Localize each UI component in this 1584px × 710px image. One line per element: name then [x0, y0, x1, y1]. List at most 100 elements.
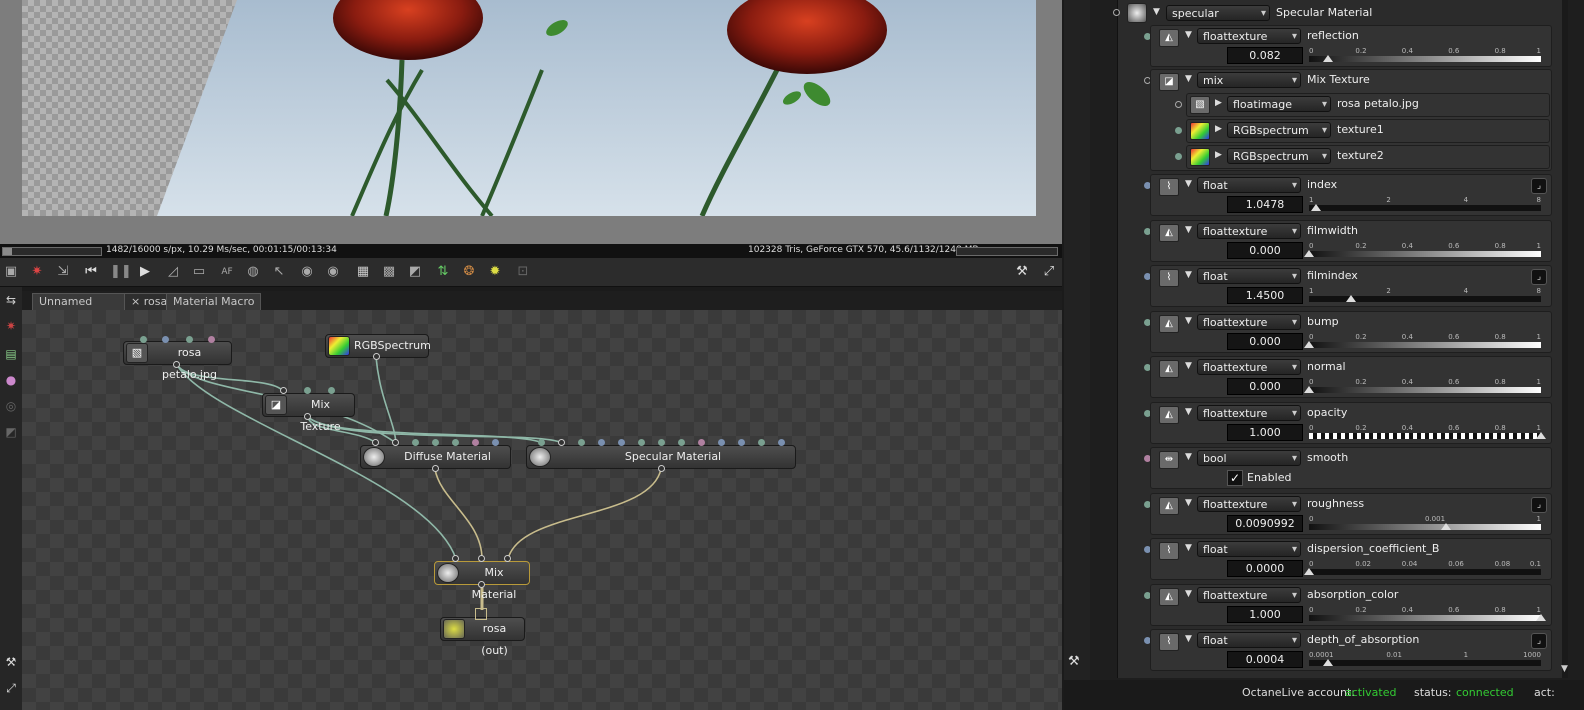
input-pin[interactable]	[538, 439, 545, 446]
value-field[interactable]: 1.4500	[1227, 287, 1303, 304]
node-rosa-out[interactable]: rosa (out)	[440, 617, 525, 657]
value-field[interactable]: 1.000	[1227, 606, 1303, 623]
input-pin[interactable]	[758, 439, 765, 446]
collapse-arrow-icon[interactable]: ▼	[1185, 543, 1192, 553]
collapse-arrow-icon[interactable]: ▼	[1185, 452, 1192, 462]
slider-thumb[interactable]	[1304, 568, 1314, 575]
input-pin[interactable]	[452, 439, 459, 446]
value-slider[interactable]: 0 0.2 0.4 0.6 0.8 1	[1309, 47, 1541, 62]
value-slider[interactable]: 1 2 4 8	[1309, 287, 1541, 302]
input-pin[interactable]	[578, 439, 585, 446]
input-pin[interactable]	[372, 439, 379, 446]
value-field[interactable]: 1.000	[1227, 424, 1303, 441]
value-slider[interactable]: 0 0.001 1	[1309, 515, 1541, 530]
inspector-scrollbar[interactable]	[1562, 0, 1568, 678]
input-pin[interactable]	[598, 439, 605, 446]
input-pin[interactable]	[140, 336, 147, 343]
input-pin[interactable]	[698, 439, 705, 446]
material-type-select[interactable]: specular	[1166, 5, 1270, 22]
input-pin[interactable]	[718, 439, 725, 446]
collapse-arrow-icon[interactable]: ▼	[1185, 270, 1192, 280]
collapse-arrow-icon[interactable]: ▼	[1185, 179, 1192, 189]
value-field[interactable]: 0.000	[1227, 242, 1303, 259]
input-pin[interactable]	[280, 387, 287, 394]
output-pin[interactable]	[1113, 9, 1120, 16]
value-slider[interactable]: 0.0001 0.01 1 1000	[1309, 651, 1541, 666]
input-pin[interactable]	[558, 439, 565, 446]
type-select[interactable]: floattexture	[1197, 587, 1301, 604]
slider-thumb[interactable]	[1304, 341, 1314, 348]
collapse-arrow-icon[interactable]: ▼	[1185, 589, 1192, 599]
input-pin[interactable]	[658, 439, 665, 446]
value-field[interactable]: 0.0004	[1227, 651, 1303, 668]
type-select[interactable]: floattexture	[1197, 223, 1301, 240]
output-pin[interactable]	[432, 465, 439, 472]
input-pin[interactable]	[638, 439, 645, 446]
value-field[interactable]: 0.0000	[1227, 560, 1303, 577]
input-pin[interactable]	[412, 439, 419, 446]
input-pin[interactable]	[504, 555, 511, 562]
inspector-wrench-icon[interactable]: ⚒	[1068, 654, 1086, 669]
input-pin[interactable]	[1175, 101, 1182, 108]
value-field[interactable]: 0.0090992	[1227, 515, 1303, 532]
collapse-arrow-icon[interactable]: ▼	[1185, 498, 1192, 508]
input-pin[interactable]	[392, 439, 399, 446]
type-select[interactable]: float	[1197, 177, 1301, 194]
value-slider[interactable]: 1 2 4 8	[1309, 196, 1541, 211]
slider-thumb[interactable]	[1440, 523, 1451, 530]
expand-arrow-icon[interactable]: ▶	[1215, 124, 1222, 134]
input-pin[interactable]	[778, 439, 785, 446]
curve-toggle-icon[interactable]: ⌟	[1531, 633, 1547, 649]
input-pin[interactable]	[162, 336, 169, 343]
value-slider[interactable]: 0 0.2 0.4 0.6 0.8 1	[1304, 378, 1541, 393]
input-pin[interactable]	[452, 555, 459, 562]
type-select[interactable]: floattexture	[1197, 314, 1301, 331]
collapse-arrow-icon[interactable]: ▼	[1153, 7, 1160, 17]
input-pin[interactable]	[738, 439, 745, 446]
input-pin[interactable]	[618, 439, 625, 446]
type-select[interactable]: float	[1197, 541, 1301, 558]
collapse-arrow-icon[interactable]: ▼	[1185, 30, 1192, 40]
curve-toggle-icon[interactable]: ⌟	[1531, 269, 1547, 285]
output-pin[interactable]	[373, 353, 380, 360]
type-select[interactable]: floattexture	[1197, 405, 1301, 422]
output-pin[interactable]	[658, 465, 665, 472]
value-slider[interactable]: 0 0.2 0.4 0.6 0.8 1	[1309, 424, 1546, 439]
type-select[interactable]: RGBspectrum	[1227, 148, 1331, 165]
input-pin[interactable]	[208, 336, 215, 343]
input-pin[interactable]	[186, 336, 193, 343]
type-select[interactable]: RGBspectrum	[1227, 122, 1331, 139]
output-connector[interactable]	[475, 608, 487, 620]
curve-toggle-icon[interactable]: ⌟	[1531, 178, 1547, 194]
smooth-checkbox[interactable]: ✓	[1227, 470, 1243, 486]
input-pin[interactable]	[472, 439, 479, 446]
expand-arrow-icon[interactable]: ▶	[1215, 98, 1222, 108]
slider-thumb[interactable]	[1536, 432, 1546, 439]
type-select[interactable]: float	[1197, 268, 1301, 285]
value-slider[interactable]: 0 0.2 0.4 0.6 0.8 1	[1309, 606, 1546, 621]
collapse-arrow-icon[interactable]: ▼	[1185, 316, 1192, 326]
type-select[interactable]: floatimage	[1227, 96, 1331, 113]
input-pin[interactable]	[1175, 153, 1182, 160]
value-field[interactable]: 1.0478	[1227, 196, 1303, 213]
expand-arrow-icon[interactable]: ▶	[1215, 150, 1222, 160]
input-pin[interactable]	[1175, 127, 1182, 134]
slider-thumb[interactable]	[1304, 250, 1314, 257]
scroll-down-icon[interactable]: ▼	[1561, 664, 1568, 674]
slider-thumb[interactable]	[1536, 614, 1546, 621]
slider-thumb[interactable]	[1322, 659, 1333, 666]
slider-thumb[interactable]	[1304, 386, 1314, 393]
input-pin[interactable]	[678, 439, 685, 446]
input-pin[interactable]	[432, 439, 439, 446]
type-select[interactable]: floattexture	[1197, 359, 1301, 376]
collapse-arrow-icon[interactable]: ▼	[1185, 225, 1192, 235]
value-field[interactable]: 0.082	[1227, 47, 1303, 64]
value-field[interactable]: 0.000	[1227, 333, 1303, 350]
value-slider[interactable]: 0 0.2 0.4 0.6 0.8 1	[1304, 242, 1541, 257]
input-pin[interactable]	[478, 555, 485, 562]
collapse-arrow-icon[interactable]: ▼	[1185, 407, 1192, 417]
value-slider[interactable]: 0 0.2 0.4 0.6 0.8 1	[1304, 333, 1541, 348]
curve-toggle-icon[interactable]: ⌟	[1531, 497, 1547, 513]
output-pin[interactable]	[478, 581, 485, 588]
type-select[interactable]: float	[1197, 632, 1301, 649]
